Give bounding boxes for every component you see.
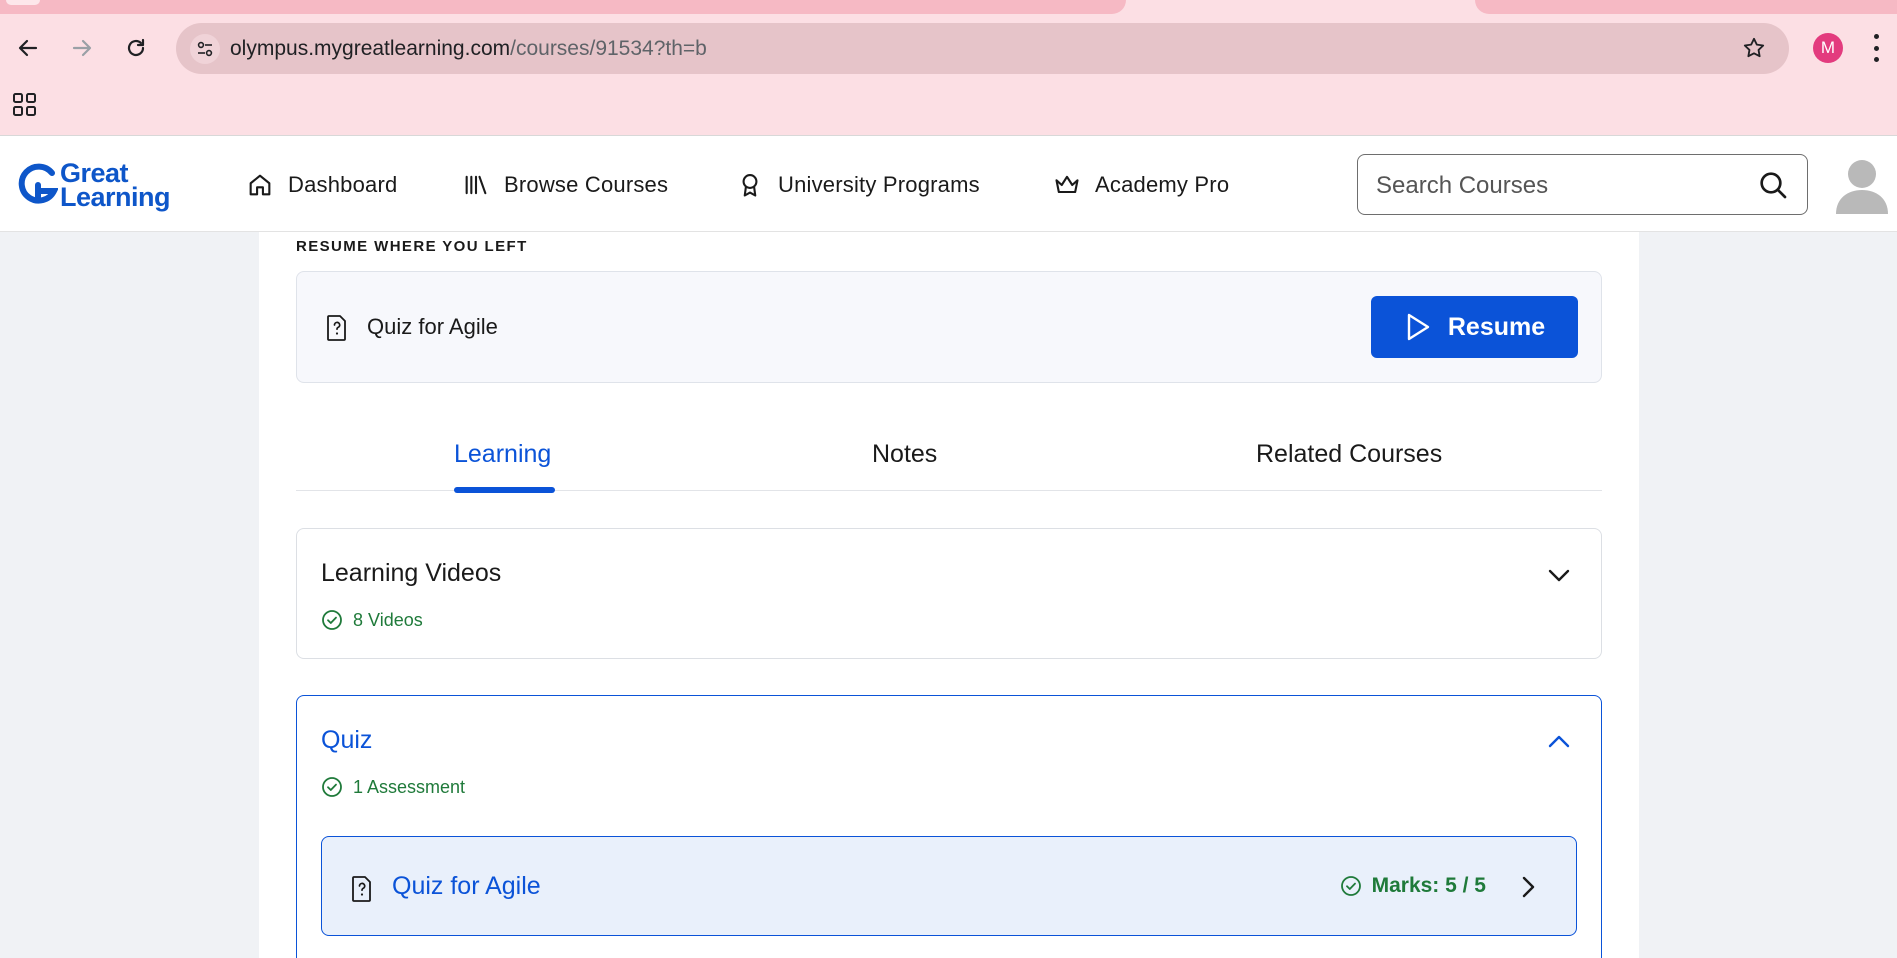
chevron-right-icon[interactable] <box>1520 875 1536 904</box>
section-title: Learning Videos <box>321 559 502 587</box>
apps-grid-icon[interactable] <box>12 92 38 118</box>
course-tabs: Learning Notes Related Courses <box>296 430 1602 493</box>
address-bar[interactable]: olympus.mygreatlearning.com/courses/9153… <box>176 23 1789 74</box>
tab-strip <box>0 0 1897 14</box>
section-meta: 8 Videos <box>321 609 423 631</box>
back-arrow-icon <box>18 39 38 57</box>
great-learning-logo[interactable]: Great Learning <box>18 160 178 212</box>
url-host: olympus.mygreatlearning.com <box>230 37 511 60</box>
browser-tab[interactable] <box>1475 0 1897 14</box>
search-placeholder: Search Courses <box>1376 172 1549 199</box>
reload-icon <box>127 38 145 57</box>
user-avatar[interactable] <box>1834 154 1890 214</box>
search-icon[interactable] <box>1757 169 1789 206</box>
section-learning-videos[interactable]: Learning Videos 8 Videos <box>296 528 1602 659</box>
quiz-document-icon <box>350 875 374 908</box>
section-quiz[interactable]: Quiz 1 Assessment Quiz for Agile Marks: … <box>296 695 1602 958</box>
search-courses-input[interactable]: Search Courses <box>1357 154 1808 215</box>
user-avatar-icon <box>1836 160 1888 214</box>
reload-button[interactable] <box>118 30 154 66</box>
quiz-marks-text: Marks: 5 / 5 <box>1371 874 1486 897</box>
nav-university-programs-label: University Programs <box>778 172 980 197</box>
library-icon <box>465 175 487 195</box>
tab-related-courses[interactable]: Related Courses <box>1256 440 1442 469</box>
quiz-item-title: Quiz for Agile <box>392 872 541 900</box>
resume-button[interactable]: Resume <box>1371 296 1578 358</box>
logo-g-icon <box>18 163 58 204</box>
tab-notes[interactable]: Notes <box>872 440 937 469</box>
nav-academy-pro-label: Academy Pro <box>1095 172 1230 197</box>
logo-wordmark: Great Learning <box>60 160 171 212</box>
resume-button-label: Resume <box>1447 312 1546 341</box>
section-meta-text: 8 Videos <box>353 609 423 630</box>
site-settings-icon[interactable] <box>190 34 220 64</box>
browser-profile-avatar[interactable]: M <box>1813 33 1843 63</box>
resume-card: Quiz for Agile Resume <box>296 271 1602 383</box>
award-icon <box>742 174 758 197</box>
section-meta: 1 Assessment <box>321 776 465 798</box>
resume-caption: RESUME WHERE YOU LEFT <box>296 238 528 255</box>
play-icon <box>1407 313 1430 341</box>
chevron-down-icon[interactable] <box>1547 567 1571 588</box>
bookmark-star-icon[interactable] <box>1741 35 1767 66</box>
resume-item-title[interactable]: Quiz for Agile <box>367 314 498 340</box>
active-tab-edge <box>6 0 40 5</box>
forward-arrow-icon <box>72 39 92 57</box>
url-path: /courses/91534?th=b <box>510 37 707 60</box>
logo-line-2: Learning <box>60 182 171 212</box>
check-circle-icon <box>322 610 342 630</box>
nav-university-programs[interactable]: University Programs <box>736 168 980 202</box>
crown-icon <box>1055 175 1079 194</box>
nav-academy-pro[interactable]: Academy Pro <box>1053 168 1229 202</box>
chevron-up-icon[interactable] <box>1547 734 1571 755</box>
check-circle-icon <box>322 777 342 797</box>
site-header: Great Learning Dashboard Browse Courses … <box>0 135 1897 232</box>
browser-toolbar: olympus.mygreatlearning.com/courses/9153… <box>0 0 1897 135</box>
section-meta-text: 1 Assessment <box>353 776 466 797</box>
url-text[interactable]: olympus.mygreatlearning.com/courses/9153… <box>230 37 707 61</box>
quiz-document-icon <box>325 314 349 347</box>
nav-dashboard-label: Dashboard <box>288 172 398 197</box>
forward-button[interactable] <box>64 30 100 66</box>
tab-learning[interactable]: Learning <box>454 440 551 469</box>
section-title: Quiz <box>321 726 373 754</box>
nav-browse-courses[interactable]: Browse Courses <box>462 168 668 202</box>
check-circle-icon <box>1340 876 1361 896</box>
nav-dashboard[interactable]: Dashboard <box>246 168 397 202</box>
back-button[interactable] <box>10 30 46 66</box>
nav-browse-courses-label: Browse Courses <box>504 172 669 197</box>
browser-menu-icon[interactable] <box>1870 34 1882 62</box>
home-icon <box>249 174 271 196</box>
active-tab-indicator <box>454 487 555 493</box>
browser-tab[interactable] <box>0 0 1126 14</box>
quiz-marks: Marks: 5 / 5 <box>1340 874 1486 898</box>
quiz-item-row[interactable]: Quiz for Agile Marks: 5 / 5 <box>321 836 1577 936</box>
